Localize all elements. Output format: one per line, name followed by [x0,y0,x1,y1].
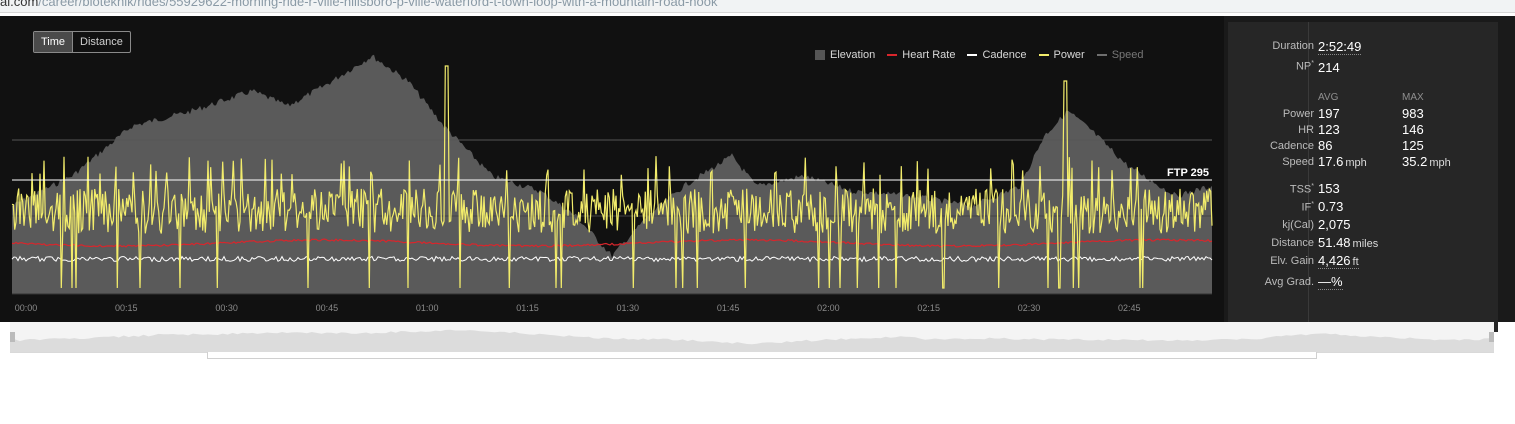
left-range-handle[interactable] [10,332,15,342]
avg-header: AVG [1318,92,1339,103]
x-tick-label: 01:45 [717,303,740,313]
power-max: 983 [1402,106,1424,121]
range-scrollbar[interactable] [207,352,1317,359]
speed-avg: 17.6 mph [1318,154,1367,169]
x-tick-label: 01:15 [516,303,539,313]
x-tick-label: 00:00 [15,303,38,313]
right-range-handle[interactable] [1489,332,1494,342]
x-tick-label: 00:15 [115,303,138,313]
overview-minimap[interactable] [10,322,1494,353]
kj-label: kj(Cal) [1282,219,1314,231]
tss-value: 153 [1318,181,1340,196]
x-tick-label: 01:30 [617,303,640,313]
x-tick-label: 02:00 [817,303,840,313]
cadence-label: Cadence [1269,140,1314,152]
hr-max: 146 [1402,122,1424,137]
ride-stats-panel: Duration 2:52:49 NP* 214 AVG MAX Power 1… [1228,22,1498,332]
speed-max: 35.2 mph [1402,154,1451,169]
ride-chart[interactable]: Time Distance Elevation Heart Rate Caden… [0,16,1224,322]
duration-label: Duration [1272,40,1314,52]
x-tick-label: 00:30 [215,303,238,313]
ride-analysis-panel: Time Distance Elevation Heart Rate Caden… [0,16,1515,332]
avg-grade-value: —% [1318,274,1343,290]
url-text: al.com/career/biotekhik/rides/55929622-m… [0,0,718,9]
ride-plot[interactable]: FTP 295 00:00 00:15 00:30 00:45 01:00 01:15 01… [0,16,1224,322]
power-label: Power [1282,108,1314,120]
elevation-gain-value: 4,426 ft [1318,253,1359,269]
distance-label: Distance [1271,237,1314,249]
x-tick-label: 02:30 [1018,303,1041,313]
x-tick-label: 00:45 [316,303,339,313]
x-tick-label: 02:15 [917,303,940,313]
x-tick-label: 01:00 [416,303,439,313]
kj-value: 2,075 [1318,217,1351,232]
ftp-label: FTP 295 [1167,167,1209,179]
np-label[interactable]: NP* [1296,60,1314,73]
tss-label[interactable]: TSS* [1290,183,1314,196]
x-axis-ticks: 00:00 00:15 00:30 00:45 01:00 01:15 01:30 01:45… [15,303,1141,313]
if-value: 0.73 [1318,199,1344,214]
x-tick-label: 02:45 [1118,303,1141,313]
distance-value: 51.48 miles [1318,235,1379,250]
cadence-max: 125 [1402,138,1424,153]
avg-grade-label: Avg Grad. [1264,276,1314,288]
elevation-gain-label: Elv. Gain [1270,255,1314,267]
power-avg: 197 [1318,106,1340,121]
overview-elevation [10,329,1494,352]
hr-avg: 123 [1318,122,1340,137]
speed-label: Speed [1282,156,1314,168]
duration-value[interactable]: 2:52:49 [1318,39,1362,55]
max-header: MAX [1402,92,1424,103]
if-label[interactable]: IF* [1301,201,1314,214]
cadence-avg: 86 [1318,138,1333,153]
hr-label: HR [1298,124,1314,136]
elevation-area [12,54,1212,294]
overview-elevation-area [10,329,1494,352]
browser-address-bar[interactable]: al.com/career/biotekhik/rides/55929622-m… [0,0,1515,13]
np-value: 214 [1318,60,1340,75]
